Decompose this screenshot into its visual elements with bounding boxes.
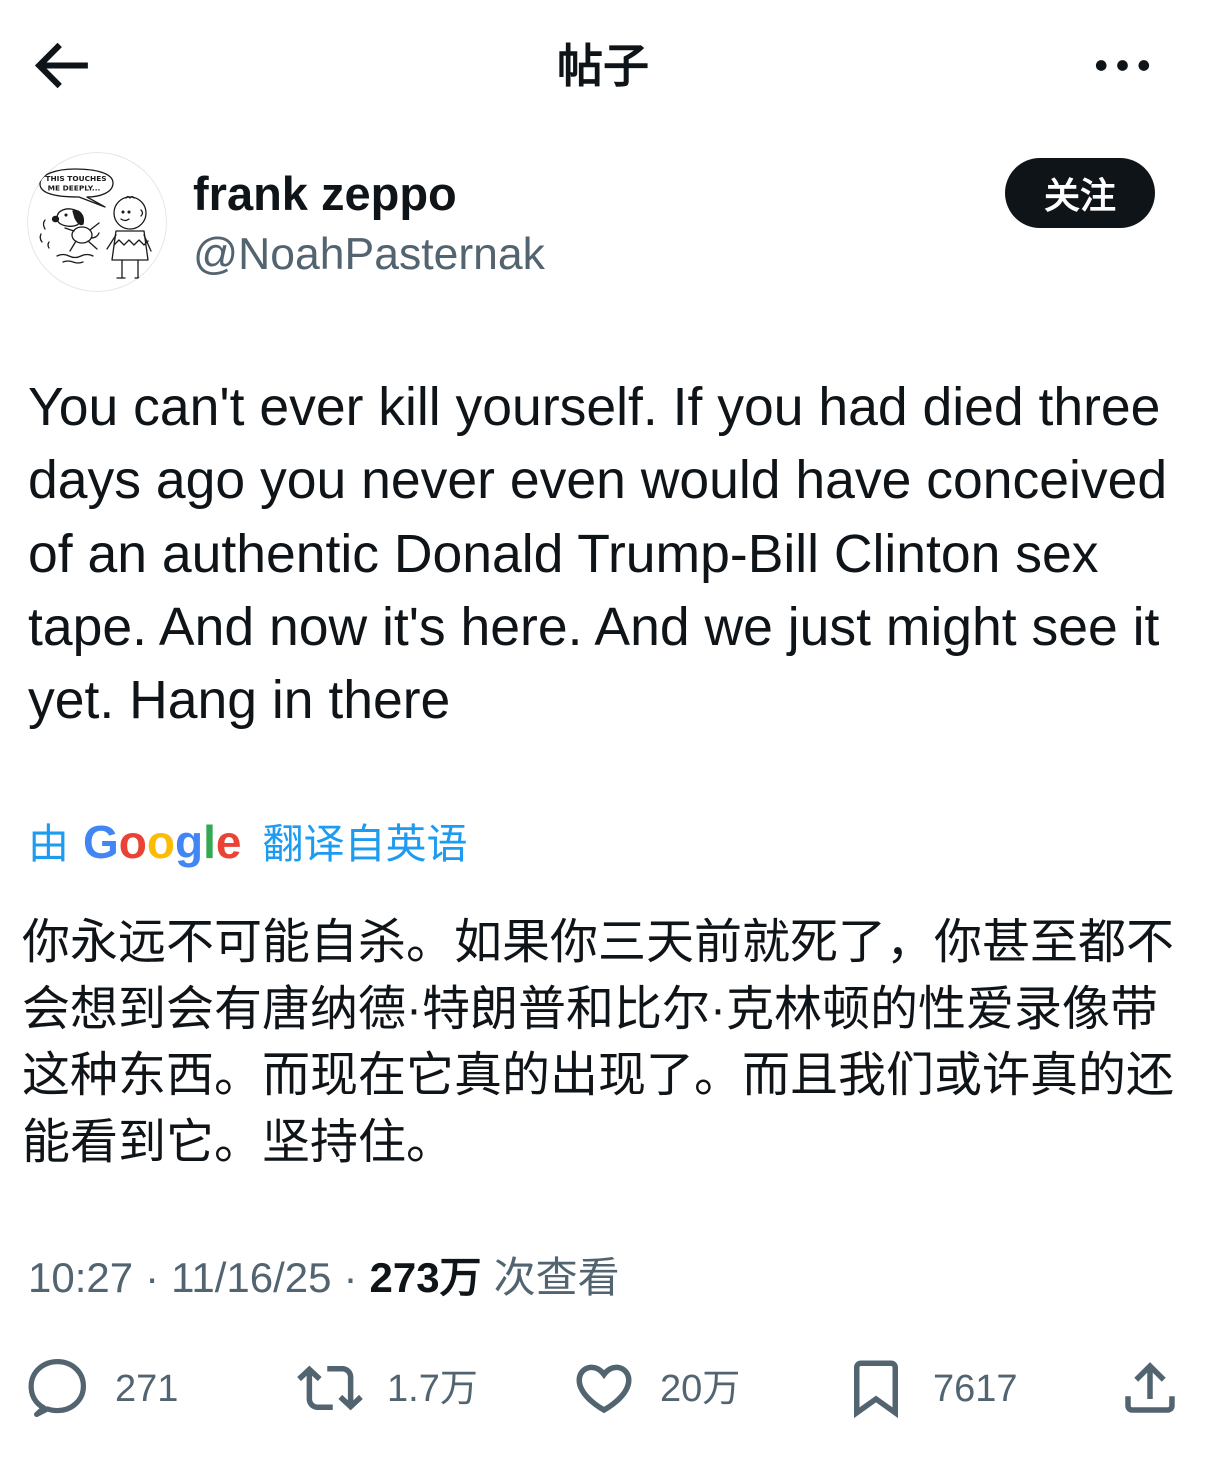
translation-prefix: 由 bbox=[28, 821, 69, 867]
more-horizontal-icon bbox=[1095, 60, 1150, 71]
meta-separator: · bbox=[145, 1254, 160, 1301]
post-text: You can't ever kill yourself. If you had… bbox=[28, 371, 1167, 737]
avatar-image: THIS TOUCHES ME DEEPLY... bbox=[27, 152, 167, 292]
page-title: 帖子 bbox=[557, 40, 649, 92]
more-options-button[interactable] bbox=[1086, 29, 1159, 102]
like-count: 20万 bbox=[660, 1368, 741, 1410]
google-logo-letter: l bbox=[203, 816, 216, 868]
post-text-line: yet. Hang in there bbox=[28, 671, 451, 730]
author-handle[interactable]: @NoahPasternak bbox=[193, 227, 545, 283]
translated-text-line: 这种东西。而现在它真的出现了。而且我们或许真的还 bbox=[22, 1049, 1175, 1103]
retweet-icon bbox=[297, 1365, 363, 1411]
translated-text-line: 能看到它。坚持住。 bbox=[22, 1116, 455, 1170]
google-logo-letter: o bbox=[146, 816, 175, 868]
views-label: 次查看 bbox=[493, 1254, 620, 1301]
avatar-speech-bubble-text: THIS TOUCHES bbox=[45, 174, 106, 183]
reply-count: 271 bbox=[115, 1368, 179, 1410]
translation-source-label: 翻译自英语 bbox=[262, 821, 468, 867]
follow-button[interactable]: 关注 bbox=[1005, 158, 1155, 228]
bookmark-icon bbox=[854, 1360, 898, 1419]
views-stat[interactable]: 273万 次查看 bbox=[369, 1250, 619, 1306]
translation-attribution: 由 Google 翻译自英语 bbox=[28, 812, 467, 872]
share-icon bbox=[1125, 1362, 1175, 1413]
post-date: 11/16/25 bbox=[171, 1254, 332, 1301]
translated-text: 你永远不可能自杀。如果你三天前就死了，你甚至都不 会想到会有唐纳德·特朗普和比尔… bbox=[22, 910, 1174, 1177]
heart-icon bbox=[576, 1364, 632, 1414]
translated-text-line: 会想到会有唐纳德·特朗普和比尔·克林顿的性爱录像带 bbox=[22, 982, 1158, 1036]
google-logo-letter: G bbox=[83, 816, 119, 868]
post-time: 10:27 bbox=[28, 1254, 134, 1301]
google-logo-letter: g bbox=[175, 816, 204, 868]
avatar[interactable]: THIS TOUCHES ME DEEPLY... bbox=[27, 152, 167, 292]
post-text-line: of an authentic Donald Trump-Bill Clinto… bbox=[28, 524, 1099, 584]
repost-button[interactable]: 1.7万 bbox=[297, 1355, 482, 1421]
reply-button[interactable]: 271 bbox=[24, 1355, 184, 1421]
google-logo-letter: e bbox=[215, 816, 242, 868]
translated-text-line: 你永远不可能自杀。如果你三天前就死了，你甚至都不 bbox=[22, 916, 1175, 969]
post-text-line: You can't ever kill yourself. If you had… bbox=[28, 378, 1161, 437]
google-logo: Google bbox=[83, 812, 241, 872]
top-nav-bar: 帖子 bbox=[0, 0, 1206, 132]
like-button[interactable]: 20万 bbox=[571, 1355, 756, 1421]
author-display-name[interactable]: frank zeppo bbox=[193, 166, 457, 222]
avatar-speech-bubble-text: ME DEEPLY... bbox=[48, 184, 101, 193]
views-count: 273万 bbox=[369, 1254, 482, 1301]
follow-button-label: 关注 bbox=[1043, 175, 1116, 216]
meta-separator: · bbox=[343, 1254, 358, 1301]
author-row: THIS TOUCHES ME DEEPLY... frank zeppo @N… bbox=[0, 140, 1206, 310]
google-logo-letter: o bbox=[118, 816, 147, 868]
share-button[interactable] bbox=[1117, 1355, 1183, 1421]
post-meta: 10:27 · 11/16/25 · 273万 次查看 bbox=[28, 1250, 620, 1306]
reply-icon bbox=[28, 1358, 87, 1418]
post-text-line: days ago you never even would have conce… bbox=[28, 451, 1168, 511]
bookmark-button[interactable]: 7617 bbox=[843, 1355, 1028, 1421]
bookmark-count: 7617 bbox=[933, 1368, 1018, 1410]
post-text-line: tape. And now it's here. And we just mig… bbox=[28, 597, 1160, 657]
repost-count: 1.7万 bbox=[387, 1368, 478, 1410]
